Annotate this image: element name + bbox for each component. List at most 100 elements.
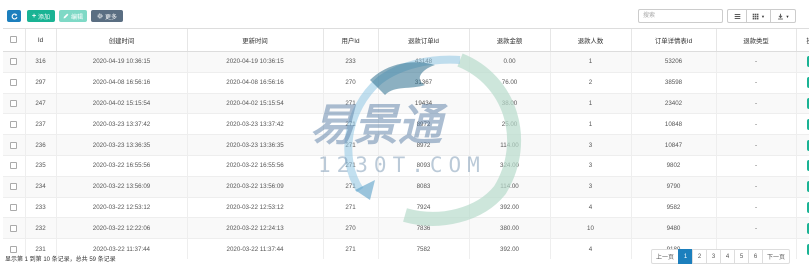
row-checkbox[interactable] (10, 120, 18, 128)
column-header[interactable]: 订单详情表Id (630, 28, 716, 52)
cell-refund-order-id: 31367 (377, 71, 469, 94)
more-button[interactable]: 更多 (91, 10, 123, 22)
column-header[interactable]: 退款人数 (549, 28, 631, 52)
cell-refund-order-id: 43148 (377, 51, 469, 73)
cell-created-at: 2020-04-02 15:15:54 (55, 92, 187, 114)
page-button-6[interactable]: 6 (748, 249, 764, 264)
page-button-3[interactable]: 3 (706, 249, 722, 264)
cell-id: 235 (24, 154, 56, 177)
cell-order-detail-id: 9582 (630, 196, 716, 218)
cell-refund-order-id: 8972 (377, 113, 469, 135)
edit-button[interactable]: 编辑 (59, 10, 87, 22)
select-all-checkbox[interactable] (10, 36, 18, 44)
table-row[interactable]: 235 2020-03-22 16:55:56 2020-03-22 16:55:5… (3, 154, 809, 177)
edit-button-label: 编辑 (70, 14, 83, 21)
next-page-button[interactable]: 下一页 (762, 249, 791, 264)
cell-refund-type: - (715, 71, 796, 94)
grid-icon (752, 13, 759, 19)
cell-order-detail-id: 10848 (630, 113, 716, 135)
cell-order-detail-id: 10847 (630, 134, 716, 156)
cell-id: 247 (24, 92, 56, 114)
cell-refund-type: - (715, 154, 796, 177)
search-input[interactable] (638, 9, 723, 23)
row-checkbox-cell (3, 134, 25, 156)
table-header-row: Id 创建时间 更新时间 用户Id 退款订单Id 退款金额 退款人数 订单详情表… (3, 28, 809, 52)
cell-user-id: 270 (322, 217, 378, 239)
more-button-label: 更多 (104, 14, 117, 21)
row-checkbox[interactable] (10, 245, 18, 253)
export-button[interactable]: ▼ (770, 9, 796, 23)
table-row[interactable]: 316 2020-04-19 10:36:15 2020-04-19 10:36:1… (3, 51, 809, 73)
cell-refund-order-id: 8083 (377, 175, 469, 198)
columns-button[interactable]: ▼ (746, 9, 771, 23)
cell-user-id: 271 (322, 134, 378, 156)
cell-refund-amount: 114.00 (468, 134, 550, 156)
cell-id: 237 (24, 113, 56, 135)
table-row[interactable]: 236 2020-03-23 13:36:35 2020-03-23 13:36:3… (3, 134, 809, 156)
cell-refund-type: - (715, 175, 796, 198)
table-row[interactable]: 237 2020-03-23 13:37:42 2020-03-23 13:37:4… (3, 113, 809, 135)
row-actions-cell (795, 113, 809, 135)
page-button-2[interactable]: 2 (692, 249, 708, 264)
cell-created-at: 2020-03-22 12:53:12 (55, 196, 187, 218)
column-header[interactable]: 退款类型 (715, 28, 796, 52)
table-row[interactable]: 233 2020-03-22 12:53:12 2020-03-22 12:53:1… (3, 196, 809, 218)
cell-refund-order-id: 19434 (377, 92, 469, 114)
cell-created-at: 2020-03-23 13:36:35 (55, 134, 187, 156)
row-checkbox[interactable] (10, 58, 18, 66)
row-checkbox[interactable] (10, 183, 18, 191)
cell-refund-amount: 392.00 (468, 196, 550, 218)
table-row[interactable]: 247 2020-04-02 15:15:54 2020-04-02 15:15:5… (3, 92, 809, 114)
prev-page-button[interactable]: 上一页 (651, 249, 680, 264)
row-actions-cell (795, 92, 809, 114)
column-header[interactable]: 退款金额 (468, 28, 550, 52)
cell-updated-at: 2020-03-22 11:37:44 (186, 238, 323, 259)
row-checkbox-cell (3, 51, 25, 73)
column-header[interactable]: 用户Id (322, 28, 378, 52)
cell-created-at: 2020-03-23 13:37:42 (55, 113, 187, 135)
row-checkbox-cell (3, 175, 25, 198)
gear-icon (97, 13, 103, 19)
cell-refund-amount: 380.00 (468, 217, 550, 239)
page-button-1[interactable]: 1 (678, 249, 694, 264)
table-row[interactable]: 234 2020-03-22 13:56:09 2020-03-22 13:56:0… (3, 175, 809, 198)
row-checkbox[interactable] (10, 79, 18, 87)
row-checkbox[interactable] (10, 162, 18, 170)
cell-updated-at: 2020-04-08 16:56:16 (186, 71, 323, 94)
row-checkbox[interactable] (10, 203, 18, 211)
row-actions-cell (795, 134, 809, 156)
add-button-label: 添加 (38, 14, 51, 21)
cell-created-at: 2020-04-19 10:36:15 (55, 51, 187, 73)
row-checkbox[interactable] (10, 224, 18, 232)
cell-refund-count: 4 (549, 238, 631, 259)
page-button-5[interactable]: 5 (734, 249, 750, 264)
cell-updated-at: 2020-03-22 12:53:12 (186, 196, 323, 218)
cell-refund-order-id: 7582 (377, 238, 469, 259)
refresh-button[interactable] (7, 10, 21, 22)
cell-id: 234 (24, 175, 56, 198)
cell-updated-at: 2020-03-23 13:37:42 (186, 113, 323, 135)
column-header[interactable]: 更新时间 (186, 28, 323, 52)
cell-id: 232 (24, 217, 56, 239)
row-actions-cell (795, 238, 809, 259)
column-header[interactable]: Id (24, 28, 56, 52)
toggle-view-button[interactable] (727, 9, 747, 23)
row-actions-cell (795, 154, 809, 177)
cell-id: 297 (24, 71, 56, 94)
cell-updated-at: 2020-03-22 12:24:13 (186, 217, 323, 239)
table-row[interactable]: 232 2020-03-22 12:22:06 2020-03-22 12:24:1… (3, 217, 809, 239)
cell-order-detail-id: 9790 (630, 175, 716, 198)
toolbar: + 添加 编辑 更多 ▼ ▼ (0, 7, 809, 25)
column-header[interactable]: 创建时间 (55, 28, 187, 52)
cell-refund-count: 2 (549, 71, 631, 94)
cell-updated-at: 2020-03-22 13:56:09 (186, 175, 323, 198)
cell-id: 316 (24, 51, 56, 73)
add-button[interactable]: + 添加 (27, 10, 55, 22)
cell-order-detail-id: 9802 (630, 154, 716, 177)
row-checkbox[interactable] (10, 141, 18, 149)
row-checkbox[interactable] (10, 99, 18, 107)
cell-refund-amount: 38.00 (468, 92, 550, 114)
page-button-4[interactable]: 4 (720, 249, 736, 264)
table-row[interactable]: 297 2020-04-08 16:56:16 2020-04-08 16:56:1… (3, 71, 809, 94)
column-header[interactable]: 退款订单Id (377, 28, 469, 52)
